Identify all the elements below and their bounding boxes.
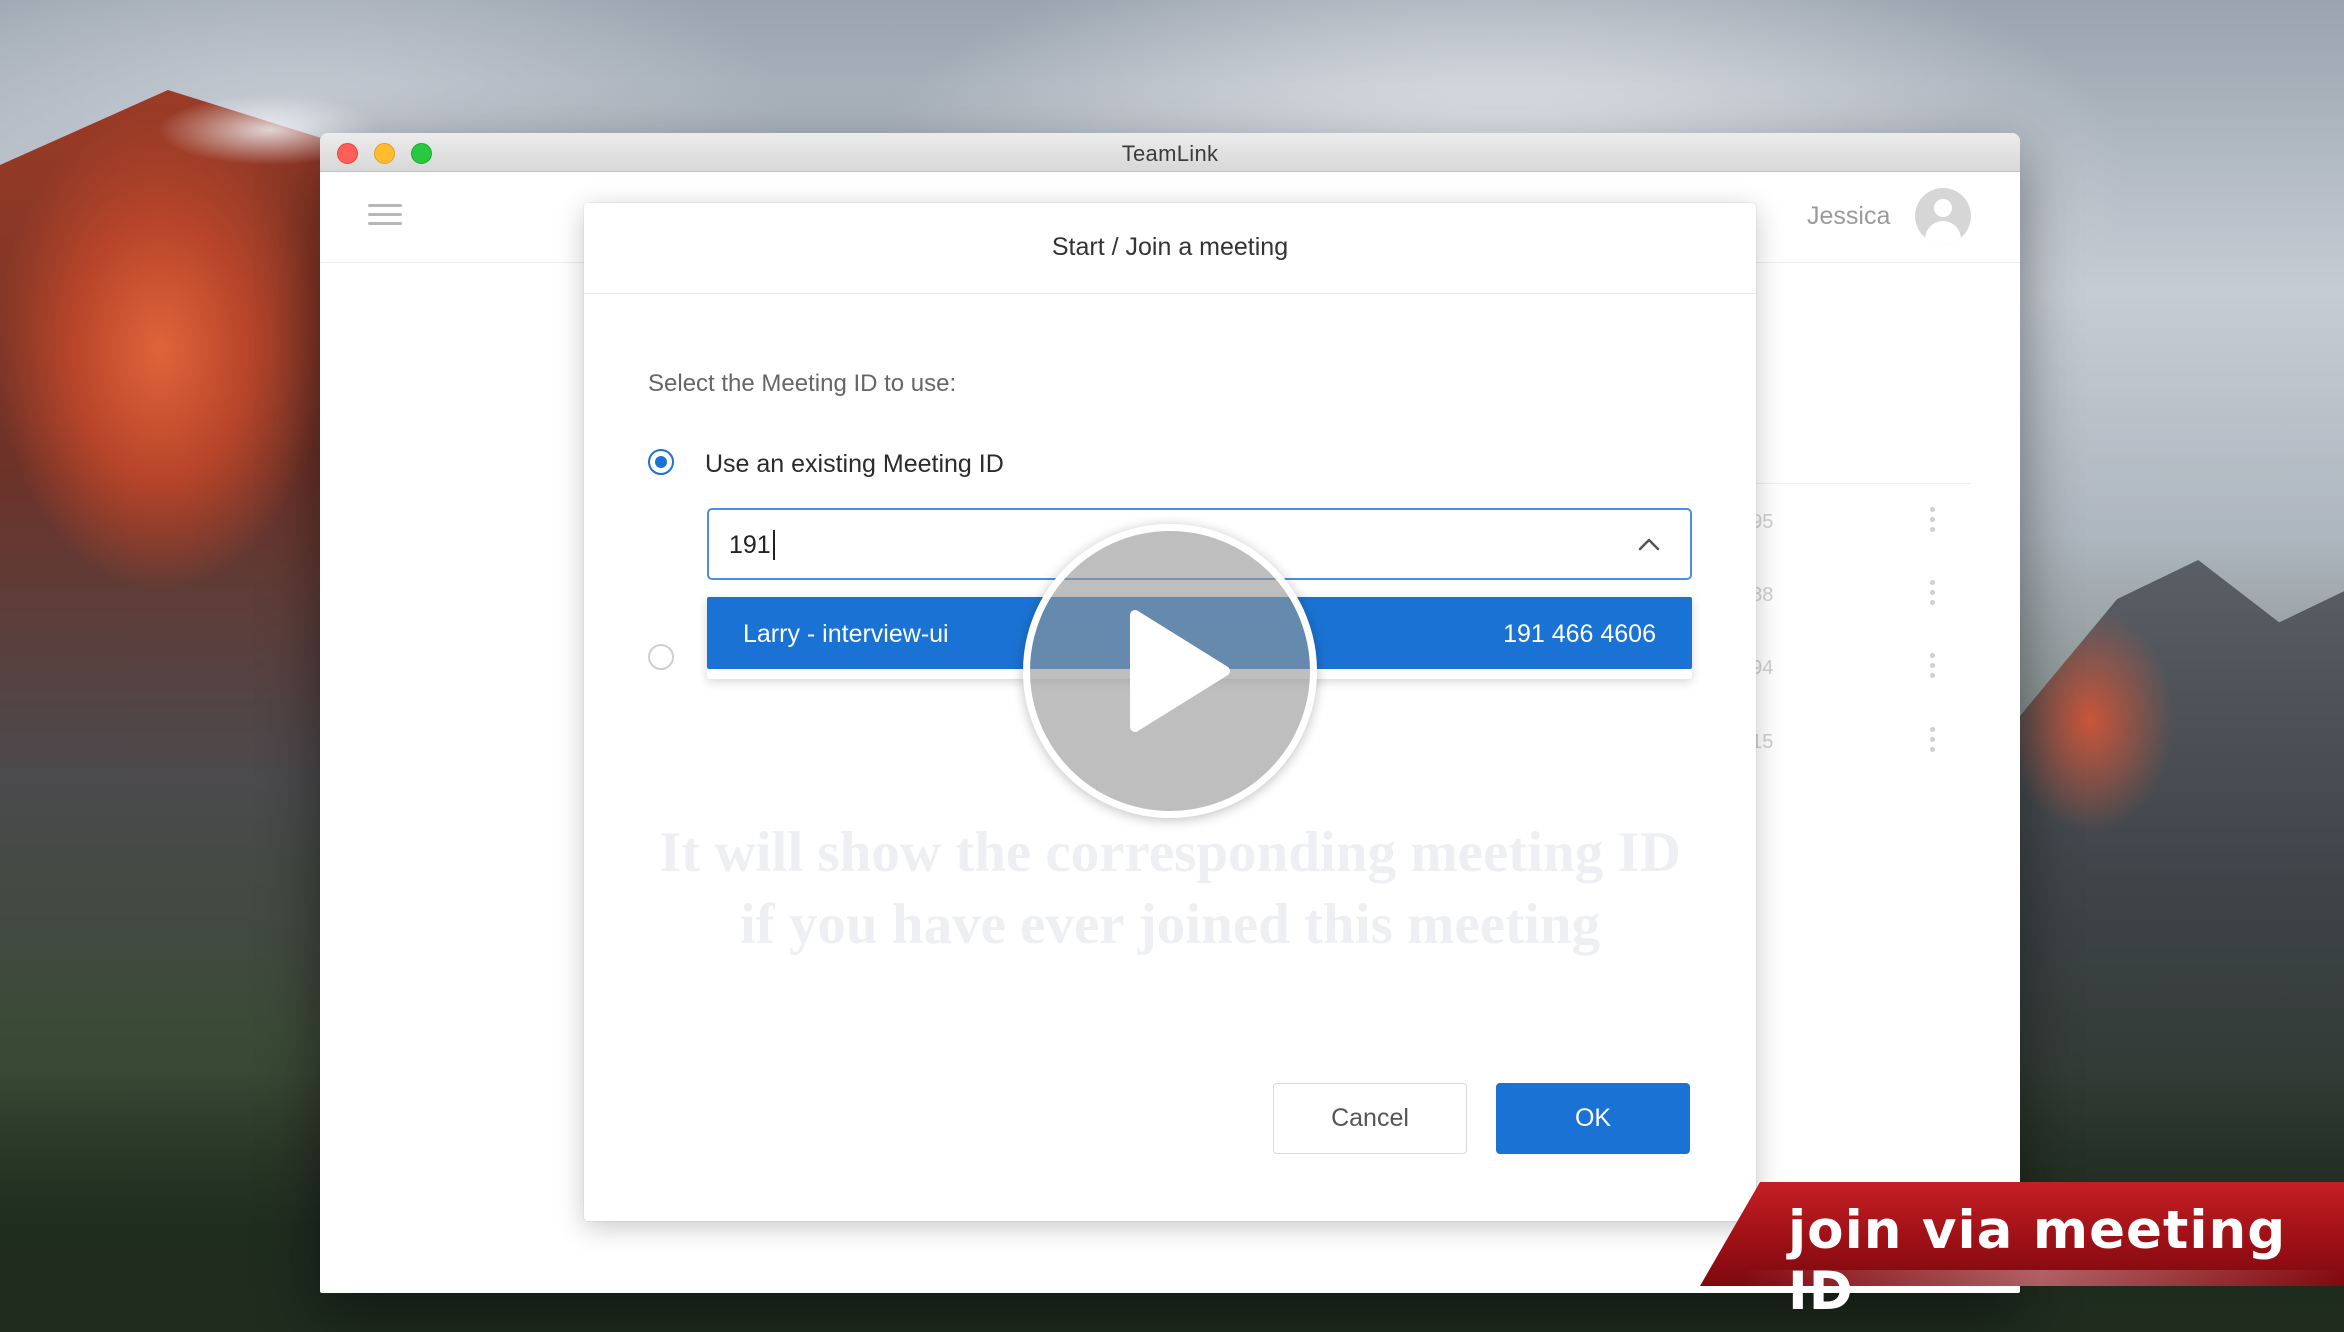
play-icon[interactable] [1023, 524, 1317, 818]
suggestion-meeting-id: 191 466 4606 [1503, 620, 1656, 648]
existing-meeting-id-radio[interactable] [648, 449, 674, 475]
caption-line-1: It will show the corresponding meeting I… [659, 821, 1681, 884]
list-item: 294 [1740, 649, 1970, 689]
caption-line-2: if you have ever joined this meeting [739, 893, 1601, 956]
lower-third-banner: join via meeting ID [1700, 1182, 2344, 1322]
hamburger-icon[interactable] [368, 204, 402, 228]
ok-button[interactable]: OK [1496, 1083, 1690, 1154]
more-options-icon[interactable] [1930, 727, 1936, 757]
existing-meeting-id-label[interactable]: Use an existing Meeting ID [705, 450, 1004, 479]
new-meeting-id-radio[interactable] [648, 644, 674, 670]
more-options-icon[interactable] [1930, 507, 1936, 537]
list-item: 188 [1740, 576, 1970, 616]
user-name[interactable]: Jessica [1807, 202, 1890, 231]
banner-text: join via meeting ID [1788, 1200, 2287, 1322]
text-caret [773, 530, 775, 560]
suggestion-name: Larry - interview-ui [743, 620, 949, 648]
user-avatar-icon[interactable] [1915, 188, 1971, 244]
list-item: 915 [1740, 723, 1970, 763]
list-item: 095 [1740, 503, 1970, 543]
more-options-icon[interactable] [1930, 653, 1936, 683]
more-options-icon[interactable] [1930, 580, 1936, 610]
cancel-button[interactable]: Cancel [1273, 1083, 1467, 1154]
window-titlebar: TeamLink [320, 133, 2020, 172]
meeting-id-section-label: Select the Meeting ID to use: [648, 370, 957, 397]
window-title: TeamLink [1121, 141, 1219, 166]
dialog-title: Start / Join a meeting [1051, 233, 1289, 261]
dialog-header: Start / Join a meeting [584, 203, 1756, 294]
chevron-up-icon[interactable] [1637, 534, 1661, 554]
tutorial-caption: It will show the corresponding meeting I… [584, 817, 1756, 961]
divider [1740, 483, 1970, 484]
